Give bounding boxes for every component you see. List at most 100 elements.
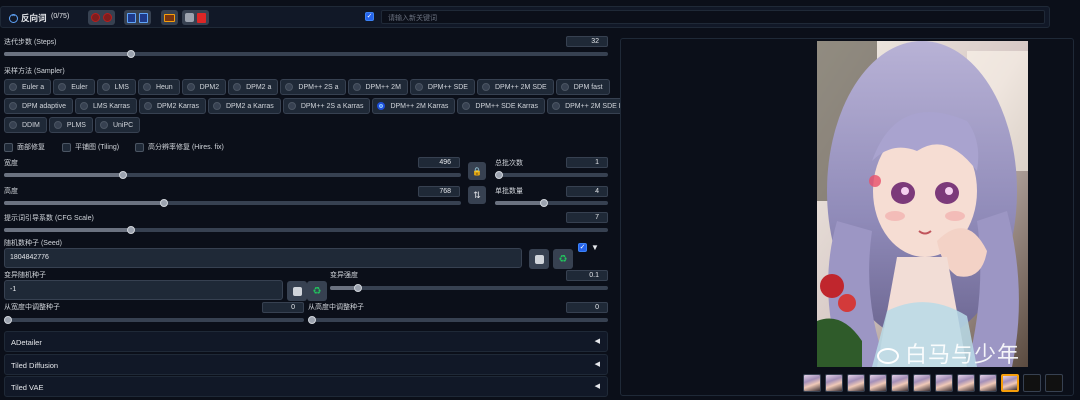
gallery-thumbnail[interactable] [891,374,909,392]
random-seed-button[interactable] [529,249,549,269]
generated-image[interactable]: 白马与少年 [817,41,1028,367]
swap-dimensions-button[interactable]: ⇅ [468,186,486,204]
clear-icon[interactable] [91,13,100,22]
width-number-input[interactable]: 496 [418,157,460,168]
resize-seed-height-number-input[interactable]: 0 [566,302,608,313]
sampler-option[interactable]: Heun [137,79,180,95]
batch-size-slider[interactable] [495,199,608,207]
gallery-thumbnail-strip [803,374,1063,392]
gallery-thumbnail[interactable] [847,374,865,392]
slider-thumb[interactable] [539,199,548,207]
cfg-number-input[interactable]: 7 [566,212,608,223]
sampler-option[interactable]: Euler [53,79,95,95]
slider-thumb[interactable] [118,171,127,179]
resize-seed-width-slider[interactable] [4,316,304,324]
random-variation-seed-button[interactable] [287,281,307,301]
sampler-option[interactable]: DPM++ SDE [409,79,475,95]
sampler-option[interactable]: DPM++ 2M Karras [372,98,456,114]
gallery-thumbnail[interactable] [869,374,887,392]
reuse-seed-button[interactable]: ♻ [553,249,573,269]
keyboard-icon[interactable] [164,13,175,22]
sampler-option[interactable]: DPM++ 2M [347,79,408,95]
sampler-option[interactable]: DPM2 a Karras [207,98,281,114]
extra-seed-toggle-icon[interactable]: ▼ [591,243,599,252]
aspect-lock-button[interactable]: 🔒 [468,162,486,180]
gallery-thumbnail[interactable] [913,374,931,392]
sampler-option[interactable]: LMS [96,79,136,95]
slider-thumb[interactable] [126,50,135,58]
slider-thumb[interactable] [126,226,135,234]
sampler-option[interactable]: DPM++ 2S a [280,79,346,95]
sampler-option[interactable]: DPM++ SDE Karras [457,98,546,114]
extra-seed-checkbox[interactable]: ✓ [578,243,587,252]
hires-fix-checkbox[interactable] [135,142,144,152]
gallery-thumbnail[interactable] [935,374,953,392]
reuse-variation-seed-button[interactable]: ♻ [307,281,327,301]
sampler-option[interactable]: DPM++ 2M SDE [476,79,554,95]
width-slider[interactable] [4,171,461,179]
accordion-tiled-diffusion[interactable]: Tiled Diffusion ◀ [4,354,608,375]
height-slider[interactable] [4,199,461,207]
tiling-checkbox[interactable] [62,142,71,152]
resize-seed-width-number-input[interactable]: 0 [262,302,304,313]
sampler-option[interactable]: DPM adaptive [4,98,73,114]
toolbar-title[interactable]: ⌃ 反向词 [9,12,47,24]
radio-icon [101,83,110,91]
accordion-title: Tiled VAE [11,383,44,392]
restore-faces-option[interactable]: 面部修复 [4,142,45,152]
sampler-option[interactable]: DDIM [4,117,47,133]
gallery-thumbnail[interactable] [957,374,975,392]
history-icon[interactable] [185,13,194,22]
batch-size-number-input[interactable]: 4 [566,186,608,197]
seed-input[interactable]: 1804842776 [4,248,522,268]
slider-thumb[interactable] [353,284,362,292]
gallery-thumbnail[interactable] [1023,374,1041,392]
accordion-adetailer[interactable]: ADetailer ◀ [4,331,608,352]
cfg-slider[interactable] [4,226,608,234]
sampler-option[interactable]: PLMS [48,117,93,133]
sampler-option[interactable]: DPM2 Karras [138,98,206,114]
tiling-option[interactable]: 平铺图 (Tiling) [62,142,119,152]
toolbar-title-text: 反向词 [21,13,47,23]
history-button-group [182,10,209,25]
gallery-thumbnail[interactable] [979,374,997,392]
accordion-tiled-vae[interactable]: Tiled VAE ◀ [4,376,608,397]
keyword-input[interactable]: 请输入新关键词 [381,10,1045,24]
sampler-row: DPM adaptive LMS Karras DPM2 Karras DPM2 a … [4,98,647,114]
trash-icon[interactable] [197,12,206,23]
steps-slider[interactable] [4,50,608,58]
sampler-option[interactable]: DPM2 a [228,79,279,95]
resize-seed-height-slider[interactable] [308,316,608,324]
slider-thumb[interactable] [308,316,316,324]
collapse-icon: ⌃ [9,13,18,23]
gallery-thumbnail[interactable] [1001,374,1019,392]
variation-strength-number-input[interactable]: 0.1 [566,270,608,281]
sampler-option[interactable]: UniPC [94,117,141,133]
paste-icon[interactable] [139,12,148,23]
hires-fix-option[interactable]: 高分辨率修复 (Hires. fix) [135,142,224,152]
sampler-option-label: DPM++ SDE [427,83,468,91]
sampler-option[interactable]: LMS Karras [74,98,137,114]
height-number-input[interactable]: 768 [418,186,460,197]
gallery-thumbnail[interactable] [1045,374,1063,392]
variation-seed-input[interactable]: -1 [4,280,283,300]
slider-thumb[interactable] [159,199,168,207]
batch-count-label: 总批次数 [495,160,523,167]
sampler-option[interactable]: DPM2 [181,79,227,95]
sampler-option[interactable]: Euler a [4,79,52,95]
sampler-option[interactable]: DPM++ 2S a Karras [282,98,371,114]
sampler-option[interactable]: DPM fast [555,79,610,95]
batch-count-number-input[interactable]: 1 [566,157,608,168]
batch-count-slider[interactable] [495,171,608,179]
sampler-option-label: DPM++ 2M [365,83,401,91]
gallery-thumbnail[interactable] [825,374,843,392]
copy-icon[interactable] [127,12,136,23]
keyword-checkbox[interactable]: ✓ [365,12,374,21]
reset-icon[interactable] [103,13,112,22]
gallery-thumbnail[interactable] [803,374,821,392]
slider-thumb[interactable] [4,316,12,324]
slider-thumb[interactable] [495,171,503,179]
restore-faces-checkbox[interactable] [4,142,13,152]
steps-number-input[interactable]: 32 [566,36,608,47]
variation-strength-slider[interactable] [330,284,608,292]
